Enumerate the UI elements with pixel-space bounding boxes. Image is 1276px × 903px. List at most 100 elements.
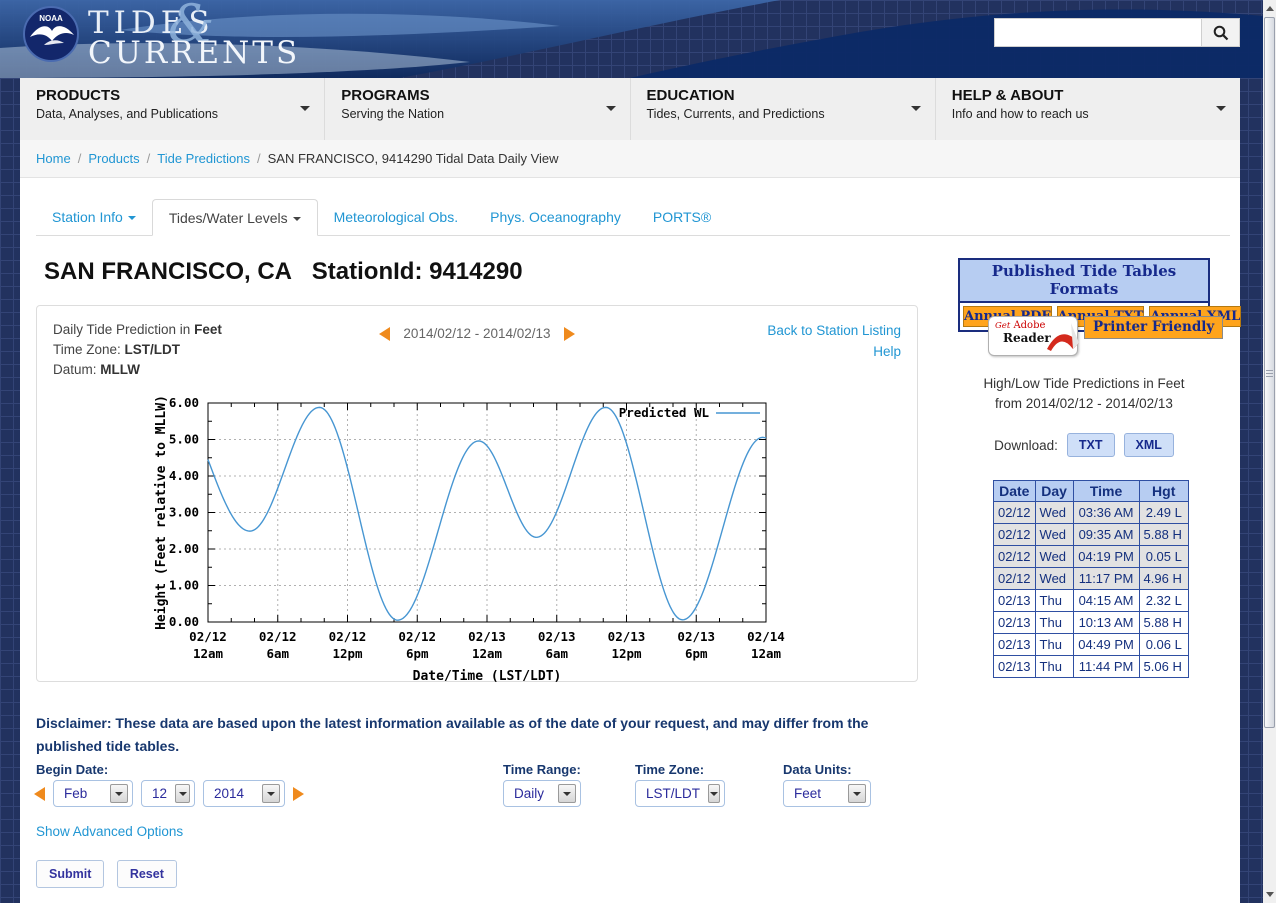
table-cell: 10:13 AM xyxy=(1073,612,1139,634)
svg-text:6am: 6am xyxy=(266,646,289,661)
time-zone-select[interactable]: LST/LDT xyxy=(635,780,725,807)
help-link[interactable]: Help xyxy=(767,341,901,362)
meta-label: Datum: xyxy=(53,362,100,377)
adobe-get-label: Get xyxy=(995,321,1010,331)
table-header-row: Date Day Time Hgt xyxy=(994,481,1189,502)
table-cell: 4.96 H xyxy=(1139,568,1188,590)
station-tabs: Station Info Tides/Water Levels Meteorol… xyxy=(36,200,727,236)
table-cell: 11:44 PM xyxy=(1073,656,1139,678)
chevron-down-icon xyxy=(262,784,280,803)
table-cell: 02/13 xyxy=(994,590,1036,612)
nav-item-programs[interactable]: PROGRAMS Serving the Nation xyxy=(325,78,630,140)
previous-date-arrow[interactable] xyxy=(34,787,45,801)
tab-tides-water-levels[interactable]: Tides/Water Levels xyxy=(152,199,318,236)
nav-title: PRODUCTS xyxy=(36,87,294,104)
table-row: 02/13Thu04:15 AM2.32 L xyxy=(994,590,1189,612)
time-range-label: Time Range: xyxy=(503,762,581,777)
tab-station-info[interactable]: Station Info xyxy=(36,200,152,236)
download-xml-button[interactable]: XML xyxy=(1124,433,1174,457)
table-cell: 09:35 AM xyxy=(1073,524,1139,546)
submit-button[interactable]: Submit xyxy=(36,860,104,888)
svg-text:02/13: 02/13 xyxy=(538,629,576,644)
table-cell: 0.05 L xyxy=(1139,546,1188,568)
svg-text:02/14: 02/14 xyxy=(747,629,785,644)
month-value: Feb xyxy=(64,786,87,801)
svg-text:12am: 12am xyxy=(193,646,224,661)
search-input[interactable] xyxy=(995,19,1201,46)
table-cell: Wed xyxy=(1035,502,1073,524)
day-select[interactable]: 12 xyxy=(141,780,195,807)
disclaimer: Disclaimer: These data are based upon th… xyxy=(36,712,936,758)
table-cell: Thu xyxy=(1035,590,1073,612)
highlow-title: High/Low Tide Predictions in Feet from 2… xyxy=(958,374,1210,414)
time-zone-value: LST/LDT xyxy=(646,786,700,801)
data-units-label: Data Units: xyxy=(783,762,852,777)
time-zone-label: Time Zone: xyxy=(635,762,704,777)
table-cell: Thu xyxy=(1035,612,1073,634)
page-scrollbar[interactable] xyxy=(1263,0,1276,903)
col-header-day: Day xyxy=(1035,481,1073,502)
breadcrumb-tide-predictions[interactable]: Tide Predictions xyxy=(157,151,250,166)
download-txt-button[interactable]: TXT xyxy=(1067,433,1115,457)
chevron-down-icon xyxy=(558,784,576,803)
show-advanced-options-link[interactable]: Show Advanced Options xyxy=(36,824,183,839)
chevron-down-icon xyxy=(175,784,190,803)
back-to-station-listing-link[interactable]: Back to Station Listing xyxy=(767,320,901,341)
nav-item-help-about[interactable]: HELP & ABOUT Info and how to reach us xyxy=(936,78,1240,140)
chevron-down-icon xyxy=(708,784,720,803)
table-row: 02/12Wed04:19 PM0.05 L xyxy=(994,546,1189,568)
svg-text:02/12: 02/12 xyxy=(189,629,227,644)
svg-text:0.00: 0.00 xyxy=(169,614,199,629)
time-range-select[interactable]: Daily xyxy=(503,780,581,807)
search-icon xyxy=(1212,24,1230,42)
tab-ports[interactable]: PORTS® xyxy=(637,200,727,236)
printer-friendly-button[interactable]: Printer Friendly xyxy=(1084,316,1223,339)
search-button[interactable] xyxy=(1201,19,1239,46)
nav-item-products[interactable]: PRODUCTS Data, Analyses, and Publication… xyxy=(20,78,325,140)
meta-label: Time Zone: xyxy=(53,342,125,357)
svg-text:02/13: 02/13 xyxy=(608,629,646,644)
chevron-down-icon xyxy=(293,217,301,221)
nav-item-education[interactable]: EDUCATION Tides, Currents, and Predictio… xyxy=(631,78,936,140)
breadcrumb-products[interactable]: Products xyxy=(88,151,139,166)
adobe-swoosh-icon xyxy=(1045,321,1083,353)
breadcrumb-home[interactable]: Home xyxy=(36,151,71,166)
form-buttons: Submit Reset xyxy=(36,860,185,888)
download-label: Download: xyxy=(994,438,1058,453)
tab-phys-oceanography[interactable]: Phys. Oceanography xyxy=(474,200,637,236)
noaa-tides-currents-logo[interactable]: NOAA TIDES & CURRENTS xyxy=(20,3,270,75)
previous-day-arrow[interactable] xyxy=(379,327,390,341)
svg-text:Height (Feet relative to MLLW): Height (Feet relative to MLLW) xyxy=(154,396,169,630)
col-header-date: Date xyxy=(994,481,1036,502)
svg-text:12am: 12am xyxy=(472,646,503,661)
table-row: 02/12Wed03:36 AM2.49 L xyxy=(994,502,1189,524)
disclaimer-line1: Disclaimer: These data are based upon th… xyxy=(36,712,936,735)
svg-text:6.00: 6.00 xyxy=(169,396,199,410)
table-row: 02/12Wed09:35 AM5.88 H xyxy=(994,524,1189,546)
table-cell: 5.88 H xyxy=(1139,524,1188,546)
scrollbar-thumb[interactable] xyxy=(1264,17,1275,728)
year-select[interactable]: 2014 xyxy=(203,780,285,807)
get-adobe-reader-badge[interactable]: Get Adobe Reader xyxy=(988,316,1078,356)
data-units-select[interactable]: Feet xyxy=(783,780,871,807)
station-name: SAN FRANCISCO, CA xyxy=(44,258,291,285)
table-cell: 2.32 L xyxy=(1139,590,1188,612)
next-day-arrow[interactable] xyxy=(564,327,575,341)
scrollbar-up-arrow[interactable] xyxy=(1263,0,1276,17)
meta-timezone: LST/LDT xyxy=(125,342,181,357)
table-cell: 02/12 xyxy=(994,546,1036,568)
reset-button[interactable]: Reset xyxy=(117,860,177,888)
table-cell: 0.06 L xyxy=(1139,634,1188,656)
next-date-arrow[interactable] xyxy=(293,787,304,801)
highlow-title-line2: from 2014/02/12 - 2014/02/13 xyxy=(958,394,1210,414)
col-header-hgt: Hgt xyxy=(1139,481,1188,502)
download-row: Download: TXT XML xyxy=(958,433,1210,457)
table-row: 02/12Wed11:17 PM4.96 H xyxy=(994,568,1189,590)
breadcrumb: Home / Products / Tide Predictions / SAN… xyxy=(20,140,1240,178)
table-cell: 02/13 xyxy=(994,656,1036,678)
month-select[interactable]: Feb xyxy=(53,780,133,807)
published-tide-tables-title: Published Tide Tables Formats xyxy=(958,258,1210,301)
scrollbar-down-arrow[interactable] xyxy=(1263,886,1276,903)
time-range-value: Daily xyxy=(514,786,544,801)
tab-meteorological-obs[interactable]: Meteorological Obs. xyxy=(318,200,475,236)
